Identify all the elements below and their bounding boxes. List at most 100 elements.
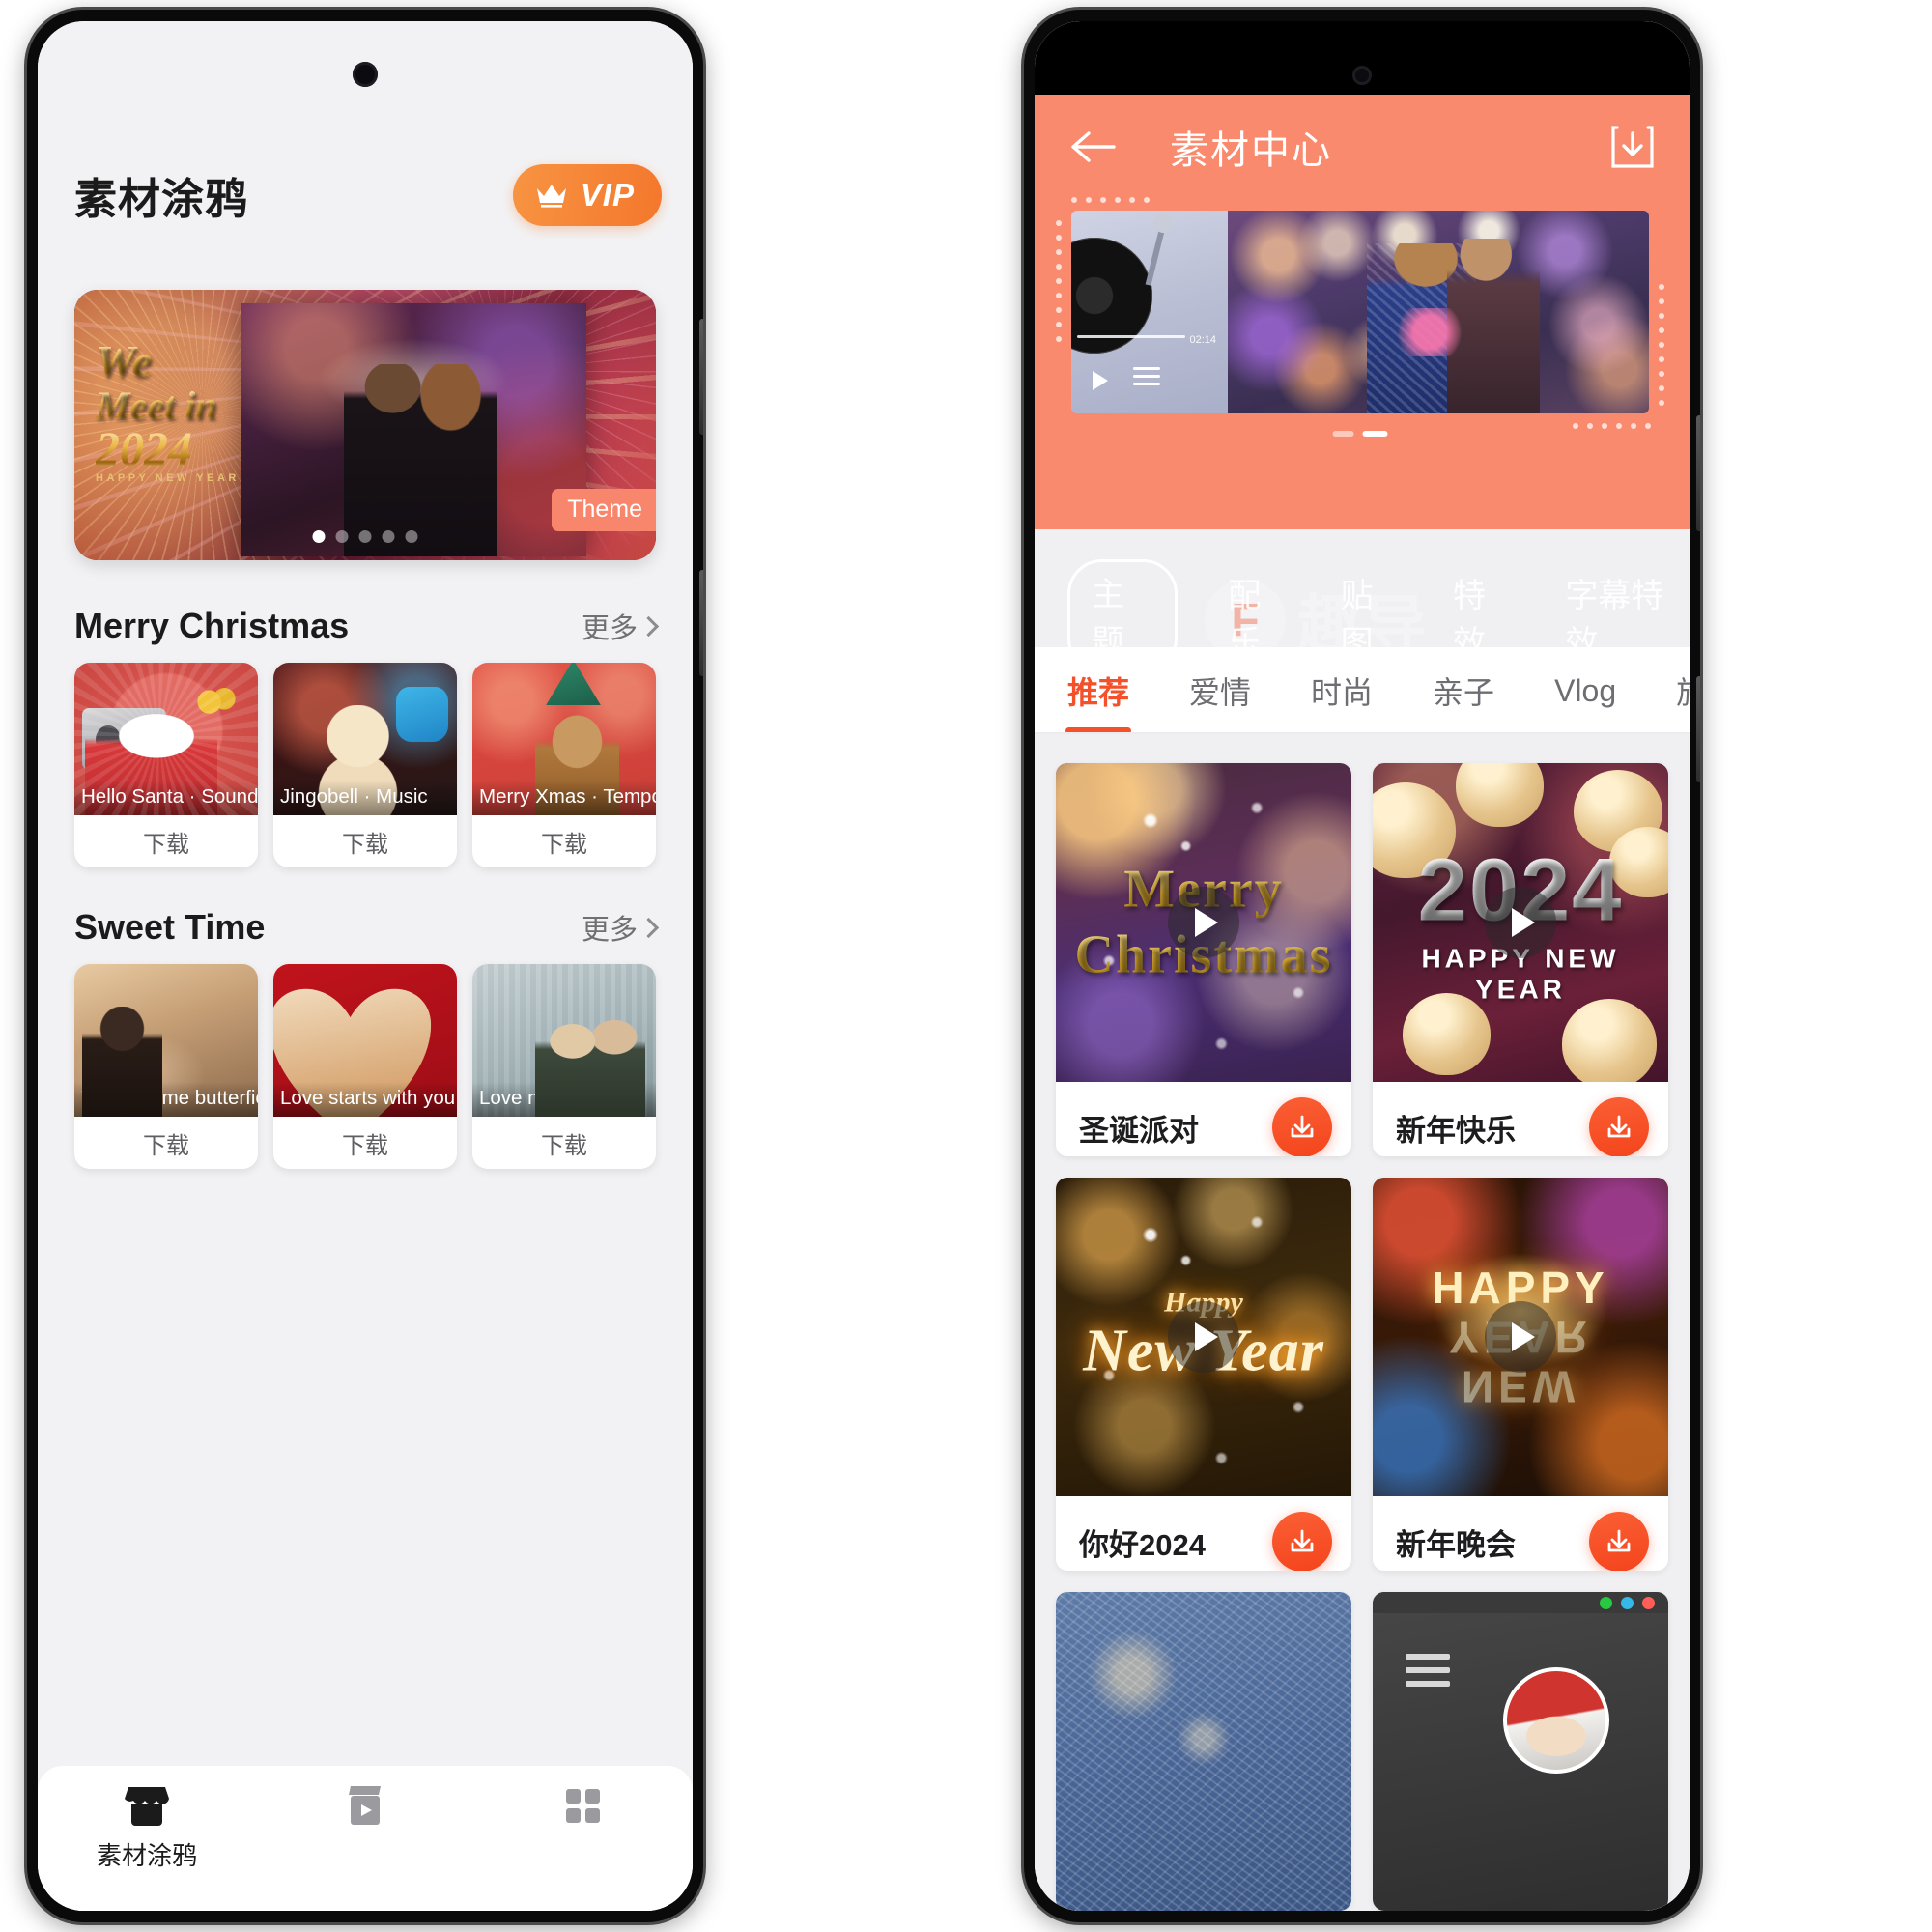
tonearm-icon [1145, 226, 1166, 286]
template-card[interactable] [1056, 1592, 1351, 1911]
carousel-indicator-2[interactable] [1362, 431, 1388, 437]
banner-dot-4[interactable] [382, 530, 395, 543]
decor-dots-top-left [1071, 197, 1150, 203]
promo-banner[interactable]: We Meet in 2024 HAPPY NEW YEAR Theme [74, 290, 656, 560]
clapperboard-icon [349, 1786, 381, 1825]
santa-figure [85, 711, 218, 815]
template-card[interactable]: HAPPY NEW YEAR 新年晚会 [1373, 1178, 1668, 1571]
template-thumbnail[interactable] [1373, 1592, 1668, 1911]
nav-label: 素材涂鸦 [96, 1841, 197, 1870]
traffic-light-green [1600, 1596, 1612, 1609]
category-parent-child[interactable]: 亲子 [1433, 668, 1494, 713]
download-box-icon[interactable] [1608, 123, 1657, 171]
card-download-label[interactable]: 下载 [74, 815, 258, 867]
category-tabs: 推荐 爱情 时尚 亲子 Vlog 旅行 [1035, 647, 1690, 734]
banner-line-3: 2024 [96, 424, 298, 472]
card-row-merry-christmas: Hello Santa · Sound 下载 Jingobell · Music… [74, 663, 656, 867]
left-phone-power-button[interactable] [699, 570, 703, 676]
card-download-label[interactable]: 下载 [74, 1117, 258, 1169]
template-thumbnail[interactable]: Merry Christmas [1056, 763, 1351, 1082]
section-more-label: 更多 [581, 915, 638, 946]
section-more-link[interactable]: 更多 [581, 606, 660, 646]
template-card[interactable]: 2024 HAPPY NEW YEAR 新年快乐 [1373, 763, 1668, 1156]
template-thumbnail[interactable] [1056, 1592, 1351, 1911]
banner-dot-2[interactable] [335, 530, 349, 543]
card-caption: You give me butterfies. [74, 1082, 258, 1117]
banner-dot-1[interactable] [312, 530, 326, 543]
section-title: Sweet Time [74, 907, 266, 947]
card-download-label[interactable]: 下载 [472, 1117, 656, 1169]
card-thumbnail: Hello Santa · Sound [74, 663, 258, 815]
card-download-label[interactable]: 下载 [273, 1117, 457, 1169]
page-title: 素材中心 [1170, 129, 1332, 172]
material-card[interactable]: Hello Santa · Sound 下载 [74, 663, 258, 867]
template-card[interactable] [1373, 1592, 1668, 1911]
boombox-icon [81, 708, 166, 770]
traffic-light-blue [1621, 1596, 1634, 1609]
app-header: 素材中心 [1035, 108, 1690, 185]
hamburger-menu-icon[interactable] [1406, 1654, 1450, 1694]
download-button[interactable] [1272, 1512, 1332, 1571]
download-button[interactable] [1272, 1097, 1332, 1156]
card-thumbnail: Love never dies. [472, 964, 656, 1117]
carousel-indicator-1[interactable] [1332, 431, 1354, 437]
category-fashion[interactable]: 时尚 [1311, 668, 1373, 713]
template-name: 你好2024 [1079, 1527, 1206, 1562]
download-button[interactable] [1589, 1512, 1649, 1571]
material-card[interactable]: You give me butterfies. 下载 [74, 964, 258, 1169]
category-recommend[interactable]: 推荐 [1065, 668, 1132, 734]
nav-item-video[interactable] [256, 1783, 474, 1828]
left-phone-volume-button[interactable] [699, 319, 703, 435]
card-download-label[interactable]: 下载 [273, 815, 457, 867]
play-icon[interactable] [1168, 1301, 1239, 1373]
banner-line-4: HAPPY NEW YEAR [96, 471, 240, 484]
carousel-photo [1228, 211, 1649, 413]
carousel-indicators[interactable] [1332, 431, 1388, 437]
download-icon [1607, 1115, 1631, 1138]
play-icon[interactable] [1485, 1301, 1556, 1373]
material-card[interactable]: Love starts with you. 下载 [273, 964, 457, 1169]
play-icon[interactable] [1485, 887, 1556, 958]
featured-carousel[interactable]: 02:14 [1056, 197, 1664, 437]
material-card[interactable]: Merry Xmas · Tempo 下载 [472, 663, 656, 867]
playback-progress-bar[interactable] [1077, 335, 1185, 338]
play-icon[interactable] [1168, 887, 1239, 958]
template-card[interactable]: Happy New Year 你好2024 [1056, 1178, 1351, 1571]
category-vlog[interactable]: Vlog [1554, 673, 1616, 709]
carousel-slide[interactable]: 02:14 [1071, 211, 1649, 413]
template-card[interactable]: Merry Christmas 圣诞派对 [1056, 763, 1351, 1156]
right-phone-volume-button[interactable] [1696, 415, 1700, 531]
nav-item-material-doodle[interactable]: 素材涂鸦 [38, 1783, 256, 1872]
template-footer: 新年晚会 [1373, 1496, 1668, 1571]
banner-pagination-dots[interactable] [312, 530, 418, 543]
section-header-sweet-time: Sweet Time 更多 [74, 902, 660, 952]
category-travel[interactable]: 旅行 [1676, 668, 1690, 713]
banner-dot-3[interactable] [358, 530, 372, 543]
vip-button[interactable]: VIP [512, 164, 662, 226]
right-phone-power-button[interactable] [1696, 676, 1700, 782]
card-thumbnail: You give me butterfies. [74, 964, 258, 1117]
material-center-page: 素材中心 02:14 F 趣导 主题 配乐 贴图 特效 字幕特效 推荐 爱情 时… [1035, 21, 1690, 1911]
section-more-label: 更多 [581, 613, 638, 644]
template-thumbnail[interactable]: Happy New Year [1056, 1178, 1351, 1496]
category-love[interactable]: 爱情 [1189, 668, 1251, 713]
play-icon[interactable] [1093, 371, 1108, 390]
template-thumbnail[interactable]: HAPPY NEW YEAR [1373, 1178, 1668, 1496]
card-download-label[interactable]: 下载 [472, 815, 656, 867]
template-name: 新年快乐 [1396, 1113, 1516, 1148]
nav-item-grid[interactable] [474, 1783, 693, 1828]
section-more-link[interactable]: 更多 [581, 907, 660, 948]
theme-badge[interactable]: Theme [552, 489, 656, 531]
material-card[interactable]: Love never dies. 下载 [472, 964, 656, 1169]
download-button[interactable] [1589, 1097, 1649, 1156]
template-thumbnail[interactable]: 2024 HAPPY NEW YEAR [1373, 763, 1668, 1082]
front-camera [353, 62, 378, 87]
banner-line-2: Meet in [96, 386, 298, 425]
banner-dot-5[interactable] [405, 530, 418, 543]
download-icon [1291, 1529, 1314, 1552]
section-title: Merry Christmas [74, 606, 350, 645]
grid-icon [566, 1789, 600, 1823]
arrow-left-icon[interactable] [1067, 128, 1120, 166]
material-card[interactable]: Jingobell · Music 下载 [273, 663, 457, 867]
playlist-icon[interactable] [1133, 367, 1160, 390]
